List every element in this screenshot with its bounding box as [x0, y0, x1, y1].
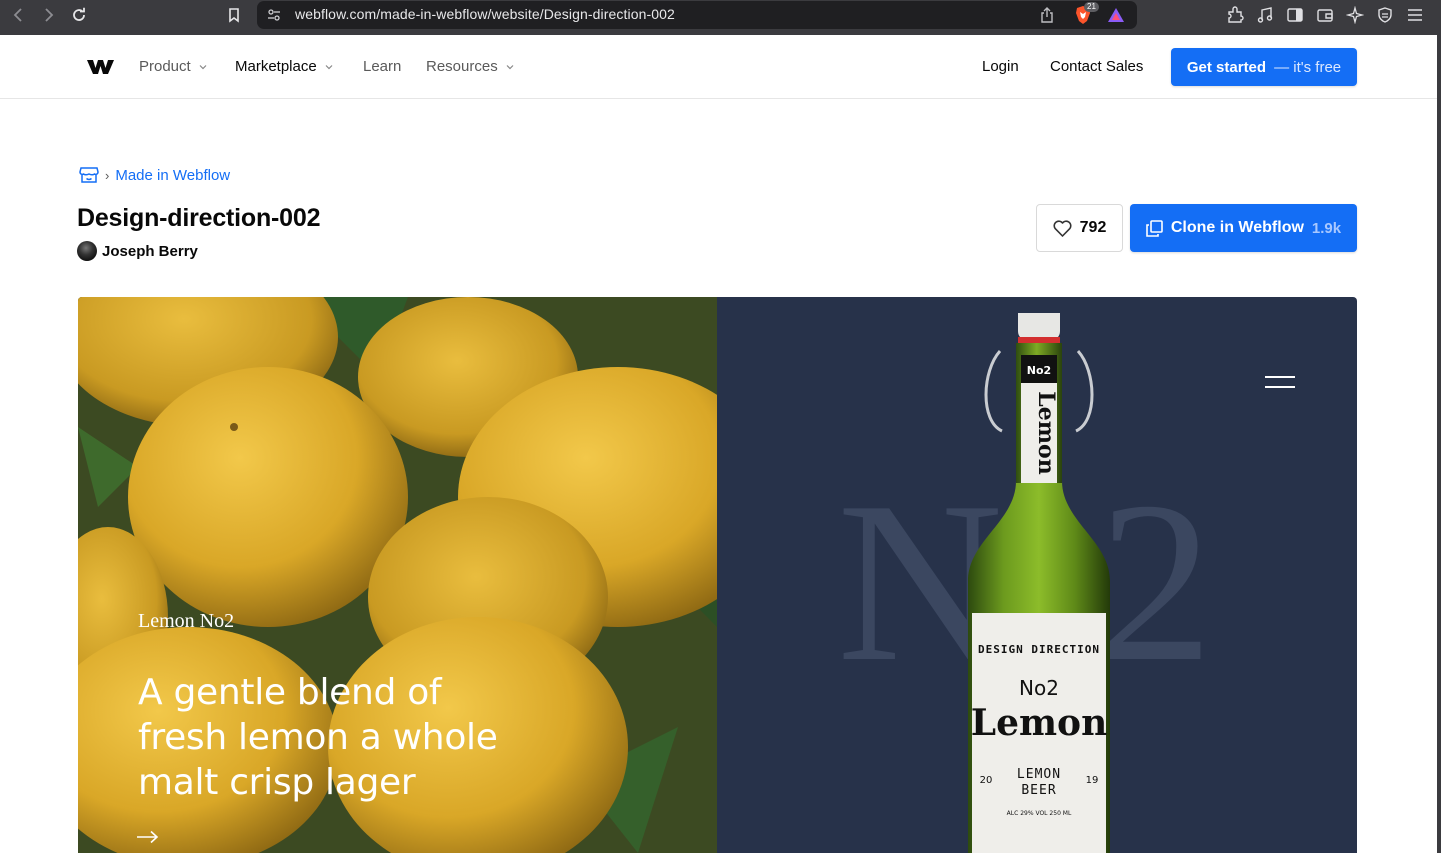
- contact-sales-link[interactable]: Contact Sales: [1050, 58, 1143, 75]
- wallet-icon[interactable]: [1314, 5, 1335, 25]
- window-edge: [1437, 35, 1441, 853]
- beer-bottle-image: No2 Lemon DESIGN DIRECTION No2 Lemon 20 …: [968, 313, 1110, 853]
- brave-rewards-icon[interactable]: [1107, 6, 1125, 24]
- chevron-down-icon: [199, 64, 207, 69]
- bottle-panel: No2 Lemon DESIGN DIRECTION No2 Lemon 20 …: [717, 297, 1357, 853]
- media-icon[interactable]: [1254, 5, 1275, 25]
- back-icon[interactable]: [7, 4, 31, 26]
- menu-icon[interactable]: [1404, 5, 1425, 25]
- author-name[interactable]: Joseph Berry: [102, 243, 198, 260]
- clone-icon: [1146, 219, 1163, 237]
- preview-brand: Lemon No2: [138, 610, 235, 632]
- address-bar[interactable]: webflow.com/made-in-webflow/website/Desi…: [257, 1, 1137, 29]
- site-settings-icon[interactable]: [267, 8, 281, 22]
- bottle-cap-label: No2: [1027, 364, 1051, 377]
- site-preview[interactable]: Lemon No2 A gentle blend of fresh lemon …: [78, 297, 1357, 853]
- shields-count-badge: 21: [1084, 2, 1099, 12]
- clone-label: Clone in Webflow: [1170, 219, 1304, 236]
- nav-marketplace[interactable]: Marketplace: [235, 58, 333, 75]
- extensions-icon[interactable]: [1224, 5, 1245, 25]
- get-started-sublabel: — it's free: [1274, 58, 1342, 76]
- clone-count: 1.9k: [1311, 219, 1342, 237]
- site-header: Product Marketplace Learn Resources Logi…: [0, 35, 1437, 99]
- url-text[interactable]: webflow.com/made-in-webflow/website/Desi…: [295, 6, 675, 22]
- label-year-right: 19: [1086, 775, 1099, 786]
- breadcrumb-made-in-webflow-link[interactable]: Made in Webflow: [115, 167, 230, 184]
- nav-learn[interactable]: Learn: [363, 58, 401, 75]
- chevron-down-icon: [506, 64, 514, 69]
- avatar: [77, 241, 97, 261]
- bottle-neck-label: Lemon: [1033, 391, 1059, 474]
- label-line2: BEER: [1021, 783, 1056, 798]
- author[interactable]: Joseph Berry: [77, 241, 198, 261]
- label-small-print: ALC 29% VOL 250 ML: [1007, 810, 1072, 817]
- clone-in-webflow-button[interactable]: Clone in Webflow 1.9k: [1130, 204, 1357, 252]
- vpn-shield-icon[interactable]: [1374, 5, 1395, 25]
- browser-toolbar: webflow.com/made-in-webflow/website/Desi…: [0, 0, 1441, 35]
- leo-ai-icon[interactable]: [1344, 5, 1365, 25]
- label-line1: LEMON: [1017, 767, 1061, 782]
- breadcrumb-separator: ›: [105, 167, 110, 183]
- reload-icon[interactable]: [67, 4, 91, 26]
- bookmark-icon[interactable]: [222, 4, 246, 26]
- like-button[interactable]: 792: [1036, 204, 1123, 252]
- label-number: No2: [1019, 676, 1059, 700]
- breadcrumb: › Made in Webflow: [79, 166, 230, 184]
- heart-icon: [1053, 219, 1072, 237]
- nav-resources[interactable]: Resources: [426, 58, 514, 75]
- storefront-icon[interactable]: [79, 166, 99, 184]
- get-started-button[interactable]: Get started — it's free: [1171, 48, 1357, 86]
- nav-product[interactable]: Product: [139, 58, 207, 75]
- login-link[interactable]: Login: [982, 58, 1019, 75]
- webflow-logo-icon[interactable]: [87, 57, 114, 75]
- chevron-down-icon: [325, 64, 333, 69]
- lemons-photo-panel: Lemon No2 A gentle blend of fresh lemon …: [78, 297, 717, 853]
- page-title: Design-direction-002: [77, 204, 321, 232]
- label-arc-text: DESIGN DIRECTION: [978, 643, 1100, 656]
- like-count: 792: [1079, 219, 1107, 236]
- label-name: Lemon: [971, 702, 1108, 744]
- label-year-left: 20: [980, 775, 993, 786]
- get-started-label: Get started: [1186, 58, 1267, 76]
- share-icon[interactable]: [1039, 7, 1055, 23]
- forward-icon[interactable]: [36, 4, 60, 26]
- preview-headline: A gentle blend of fresh lemon a whole ma…: [138, 672, 498, 803]
- sidebar-icon[interactable]: [1284, 5, 1305, 25]
- arrow-right-icon[interactable]: [136, 830, 160, 844]
- preview-menu-icon[interactable]: [1265, 375, 1297, 393]
